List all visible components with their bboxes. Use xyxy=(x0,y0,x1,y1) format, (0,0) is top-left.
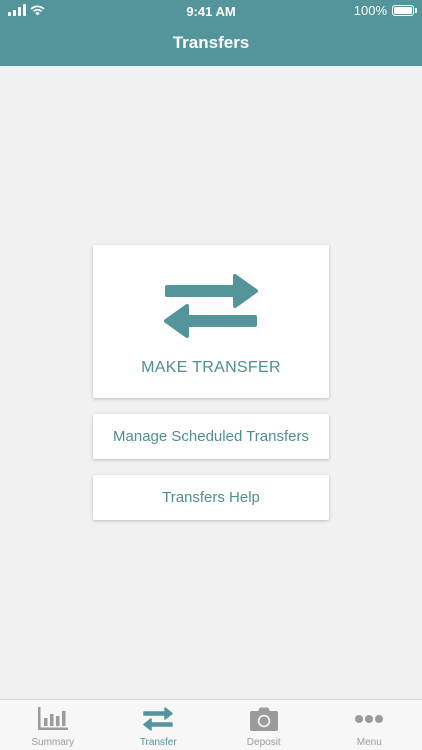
transfer-arrows-icon xyxy=(164,273,258,338)
tab-transfer-label: Transfer xyxy=(139,737,177,748)
transfers-help-label: Transfers Help xyxy=(162,489,260,506)
transfers-screen: 9:41 AM 100% Transfers MAKE TRANSFER Man… xyxy=(0,0,422,750)
tab-menu-label: Menu xyxy=(356,737,382,748)
tab-summary[interactable]: Summary xyxy=(0,700,106,750)
tab-deposit[interactable]: Deposit xyxy=(211,700,317,750)
manage-scheduled-label: Manage Scheduled Transfers xyxy=(113,428,309,445)
battery-icon xyxy=(392,5,417,16)
make-transfer-button[interactable]: MAKE TRANSFER xyxy=(93,245,329,398)
header: 9:41 AM 100% Transfers xyxy=(0,0,422,66)
bar-chart-icon xyxy=(37,707,68,730)
make-transfer-label: MAKE TRANSFER xyxy=(141,358,281,376)
manage-scheduled-transfers-button[interactable]: Manage Scheduled Transfers xyxy=(93,414,329,459)
battery-percent: 100% xyxy=(353,3,387,18)
tab-menu[interactable]: Menu xyxy=(317,700,422,750)
more-dots-icon xyxy=(355,715,384,723)
camera-icon xyxy=(249,707,278,731)
tab-deposit-label: Deposit xyxy=(246,737,281,748)
status-right: 100% xyxy=(353,3,417,18)
tab-transfer[interactable]: Transfer xyxy=(106,700,212,750)
tab-bar: Summary Transfer Deposit Menu xyxy=(0,699,422,750)
status-bar: 9:41 AM 100% xyxy=(0,0,422,22)
transfer-arrows-icon xyxy=(143,707,173,731)
transfers-help-button[interactable]: Transfers Help xyxy=(93,475,329,520)
page-title: Transfers xyxy=(172,33,250,52)
tab-summary-label: Summary xyxy=(31,737,75,748)
